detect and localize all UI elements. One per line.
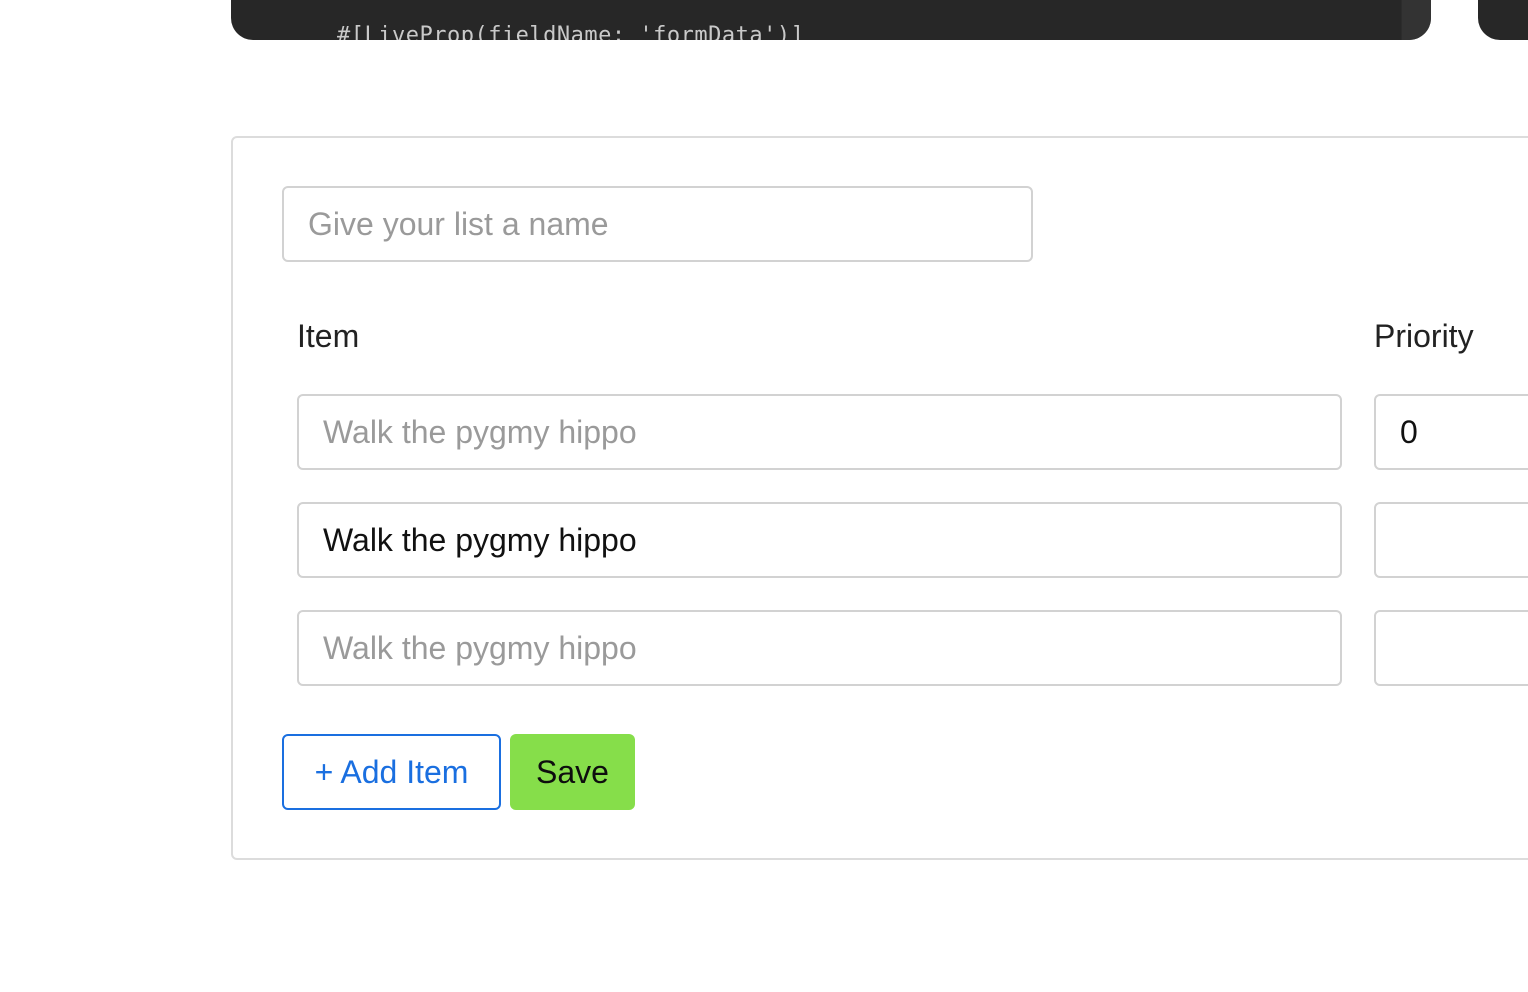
code-scrollbar[interactable] bbox=[1401, 0, 1431, 40]
priority-input-2[interactable] bbox=[1374, 502, 1528, 578]
list-name-input[interactable] bbox=[282, 186, 1033, 262]
item-input-1[interactable] bbox=[297, 394, 1342, 470]
code-line: #[LiveProp(fieldName: 'formData')] bbox=[337, 23, 805, 40]
priority-column-label: Priority bbox=[1374, 318, 1474, 354]
item-input-3[interactable] bbox=[297, 610, 1342, 686]
item-column-label: Item bbox=[297, 318, 360, 354]
list-form-card: Item Priority + Add Item Save bbox=[231, 136, 1528, 860]
code-block: #[LiveProp(fieldName: 'formData')] bbox=[231, 0, 1431, 40]
priority-input-3[interactable] bbox=[1374, 610, 1528, 686]
add-item-button[interactable]: + Add Item bbox=[282, 734, 501, 810]
priority-input-1[interactable] bbox=[1374, 394, 1528, 470]
code-block-secondary bbox=[1478, 0, 1528, 40]
item-input-2[interactable] bbox=[297, 502, 1342, 578]
save-button[interactable]: Save bbox=[510, 734, 635, 810]
